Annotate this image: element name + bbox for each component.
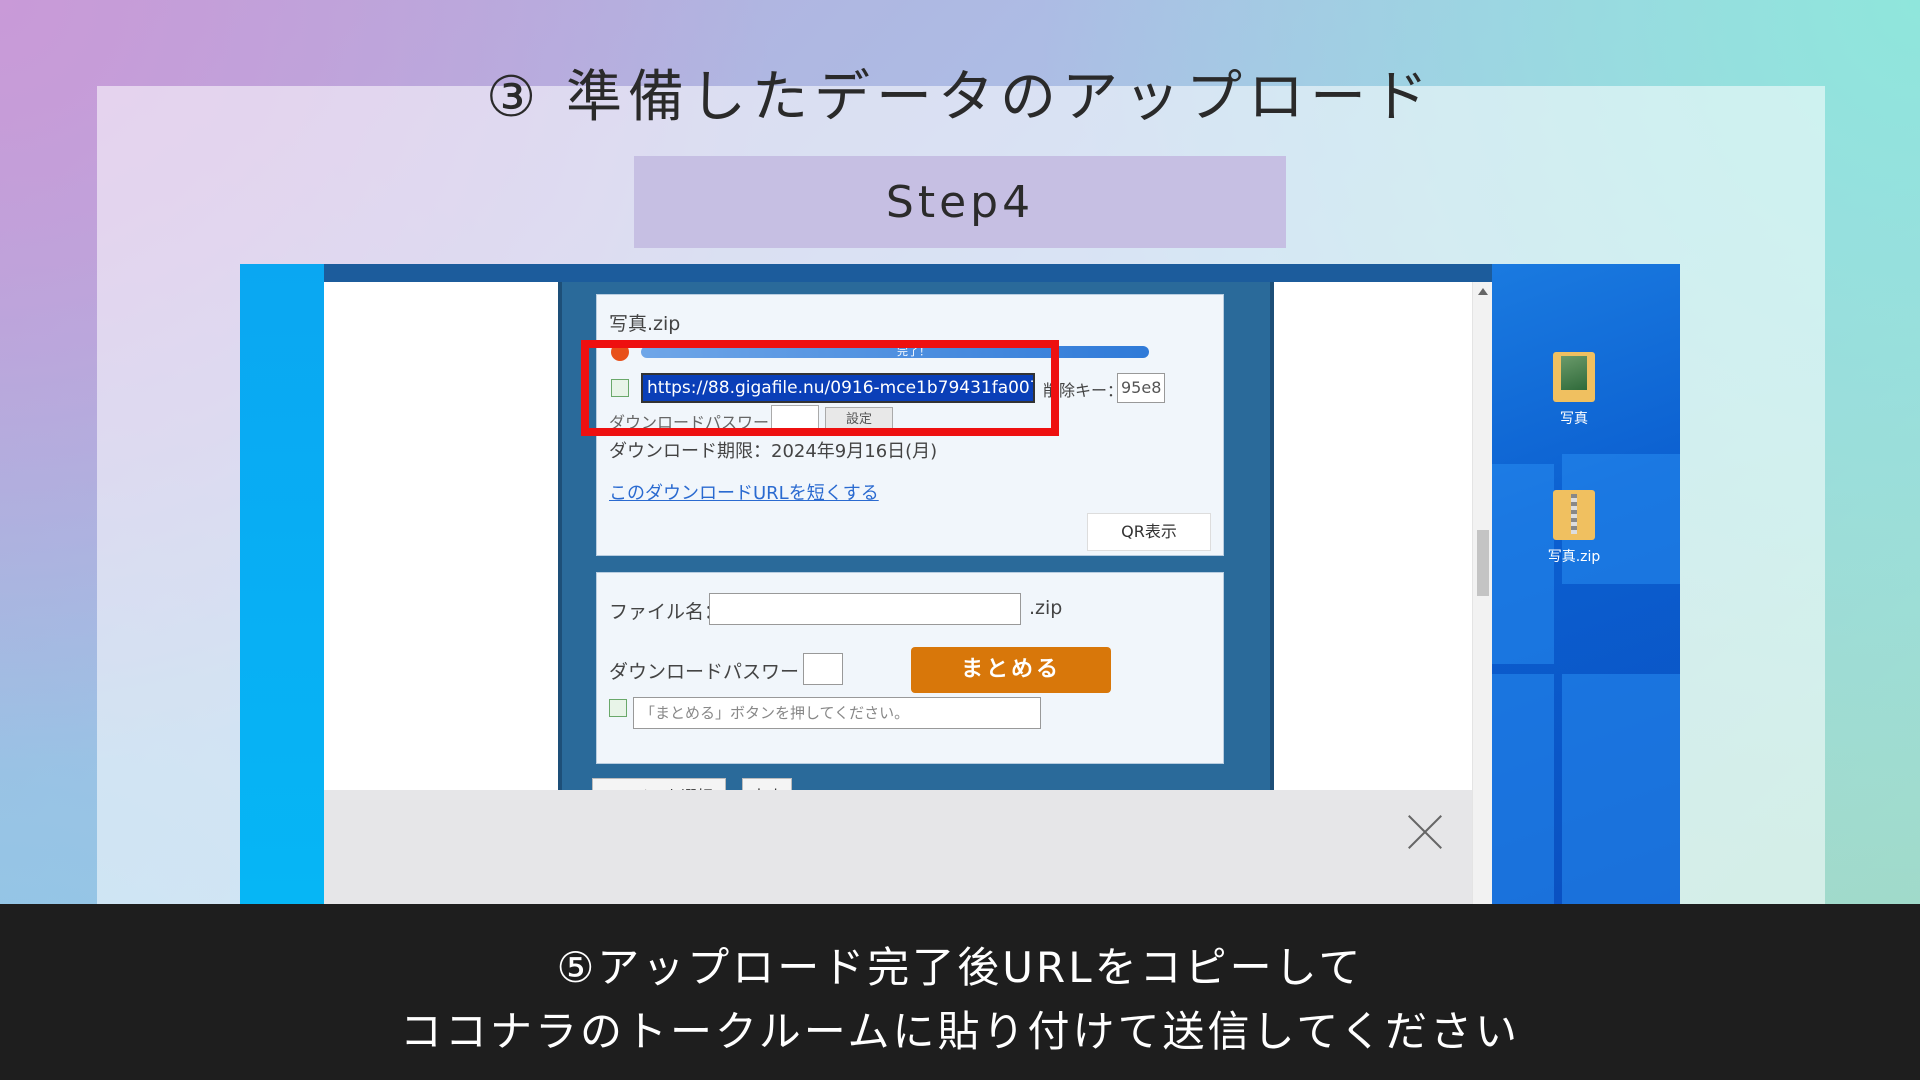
desktop-icon-label: 写真 — [1560, 411, 1588, 427]
window-left-edge — [240, 264, 324, 904]
copy-icon[interactable] — [609, 699, 627, 717]
download-expiry: ダウンロード期限：2024年9月16日(月) — [609, 441, 938, 462]
windows-desktop: 写真 写真.zip — [1492, 264, 1680, 904]
bundle-button[interactable]: まとめる — [911, 647, 1111, 693]
screenshot-area: 写真.zip 完了！ https://88.gigafile.nu/0916-m… — [240, 264, 1680, 904]
qr-display-button[interactable]: QR表示 — [1087, 513, 1211, 551]
wallpaper-pane — [1562, 674, 1680, 904]
desktop-icon-label: 写真.zip — [1547, 549, 1601, 565]
popup-overlay — [324, 790, 1472, 904]
caption-bar: ⑤アップロード完了後URLをコピーして ココナラのトークルームに貼り付けて送信し… — [0, 904, 1920, 1080]
zip-extension-label: .zip — [1029, 597, 1063, 619]
page-edge-left — [558, 282, 562, 872]
photo-folder-icon — [1553, 352, 1595, 402]
wallpaper-pane — [1492, 674, 1554, 904]
delete-key-field[interactable]: 95e8 — [1117, 373, 1165, 403]
bundle-file-name-input[interactable] — [709, 593, 1021, 625]
desktop-icon-photos-zip[interactable]: 写真.zip — [1534, 490, 1614, 566]
caption-line-1: ⑤アップロード完了後URLをコピーして — [556, 943, 1364, 992]
bundle-password-input[interactable] — [803, 653, 843, 685]
shorten-url-link[interactable]: このダウンロードURLを短くする — [609, 479, 879, 505]
bundle-card: ファイル名： .zip ダウンロードパスワード： まとめる 「まとめる」ボタンを… — [596, 572, 1224, 764]
bundle-url-field[interactable]: 「まとめる」ボタンを押してください。 — [633, 697, 1041, 729]
slide-title: ③ 準備したデータのアップロード — [485, 65, 1434, 130]
scroll-up-icon[interactable] — [1478, 288, 1488, 295]
url-highlight-frame — [581, 340, 1059, 436]
scroll-thumb[interactable] — [1477, 530, 1489, 596]
uploaded-file-name: 写真.zip — [609, 313, 681, 335]
zip-folder-icon — [1553, 490, 1595, 540]
page-edge-right — [1270, 282, 1274, 872]
caption-line-2: ココナラのトークルームに貼り付けて送信してください — [400, 1007, 1520, 1056]
desktop-icon-photos[interactable]: 写真 — [1534, 352, 1614, 428]
step-label: Step4 — [634, 156, 1286, 248]
close-icon[interactable] — [1405, 812, 1445, 852]
browser-top-strip — [240, 264, 1492, 282]
bundle-file-name-label: ファイル名： — [609, 601, 724, 623]
page-scrollbar[interactable] — [1472, 282, 1492, 904]
